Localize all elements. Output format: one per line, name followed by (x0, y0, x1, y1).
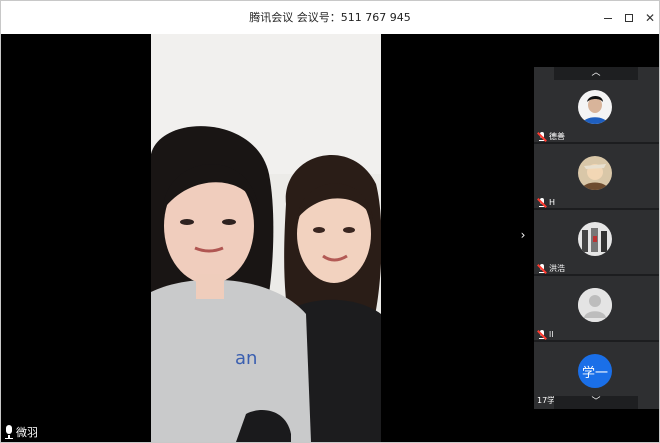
maximize-icon (625, 14, 633, 22)
avatar-photo (578, 90, 612, 124)
participant-tile[interactable]: H (534, 146, 659, 210)
close-button[interactable]: ✕ (641, 9, 659, 27)
title-bar[interactable]: 腾讯会议 会议号：511 767 945 ✕ (1, 1, 659, 34)
minimize-icon (604, 18, 612, 19)
participant-name-row: H (537, 197, 555, 209)
participant-tile[interactable]: ll (534, 278, 659, 342)
active-video-feed: an (151, 34, 381, 442)
mic-muted-icon (537, 198, 547, 208)
svg-text:an: an (235, 348, 257, 369)
avatar (578, 222, 612, 256)
chevron-up-icon: ︿ (591, 68, 601, 78)
participant-name-row: ll (537, 329, 553, 341)
participant-name-row: 德善 (537, 131, 565, 143)
participant-name: 洪浩 (549, 264, 565, 273)
participant-tile[interactable]: 德善 (534, 80, 659, 144)
meeting-window: 腾讯会议 会议号：511 767 945 ✕ an 微羽 › 德善 H 洪浩 l… (0, 0, 660, 443)
mic-muted-icon (537, 330, 547, 340)
avatar-photo (578, 156, 612, 190)
active-speaker-label: 微羽 (4, 424, 38, 440)
microphone-icon (4, 425, 14, 439)
participant-name: H (549, 198, 556, 207)
video-frame-illustration: an (151, 34, 381, 442)
participant-name-row: 洪浩 (537, 263, 565, 275)
minimize-button[interactable] (599, 9, 617, 27)
avatar (578, 90, 612, 124)
avatar (578, 156, 612, 190)
avatar: 学一 (578, 354, 612, 388)
participant-name: ll (549, 330, 554, 339)
maximize-button[interactable] (620, 9, 638, 27)
chevron-down-icon: ﹀ (591, 397, 601, 407)
speaker-name: 微羽 (16, 426, 38, 439)
mic-muted-icon (537, 132, 547, 142)
chevron-right-icon: › (520, 228, 526, 242)
window-title: 腾讯会议 会议号：511 767 945 (249, 11, 411, 24)
participant-tile[interactable]: 洪浩 (534, 212, 659, 276)
avatar (578, 288, 612, 322)
avatar-photo (578, 222, 612, 256)
main-video-stage[interactable]: an 微羽 › 德善 H 洪浩 ll 学一 17学... ︿ ﹀ (1, 34, 659, 442)
participant-panel: 德善 H 洪浩 ll 学一 17学... ︿ ﹀ (534, 67, 659, 409)
close-icon: ✕ (644, 11, 656, 25)
collapse-panel-button[interactable]: › (517, 228, 529, 242)
participant-name: 德善 (549, 132, 565, 141)
mic-muted-icon (537, 264, 547, 274)
default-person-icon (578, 288, 612, 322)
scroll-down-button[interactable]: ﹀ (554, 396, 638, 409)
scroll-up-button[interactable]: ︿ (554, 67, 638, 80)
